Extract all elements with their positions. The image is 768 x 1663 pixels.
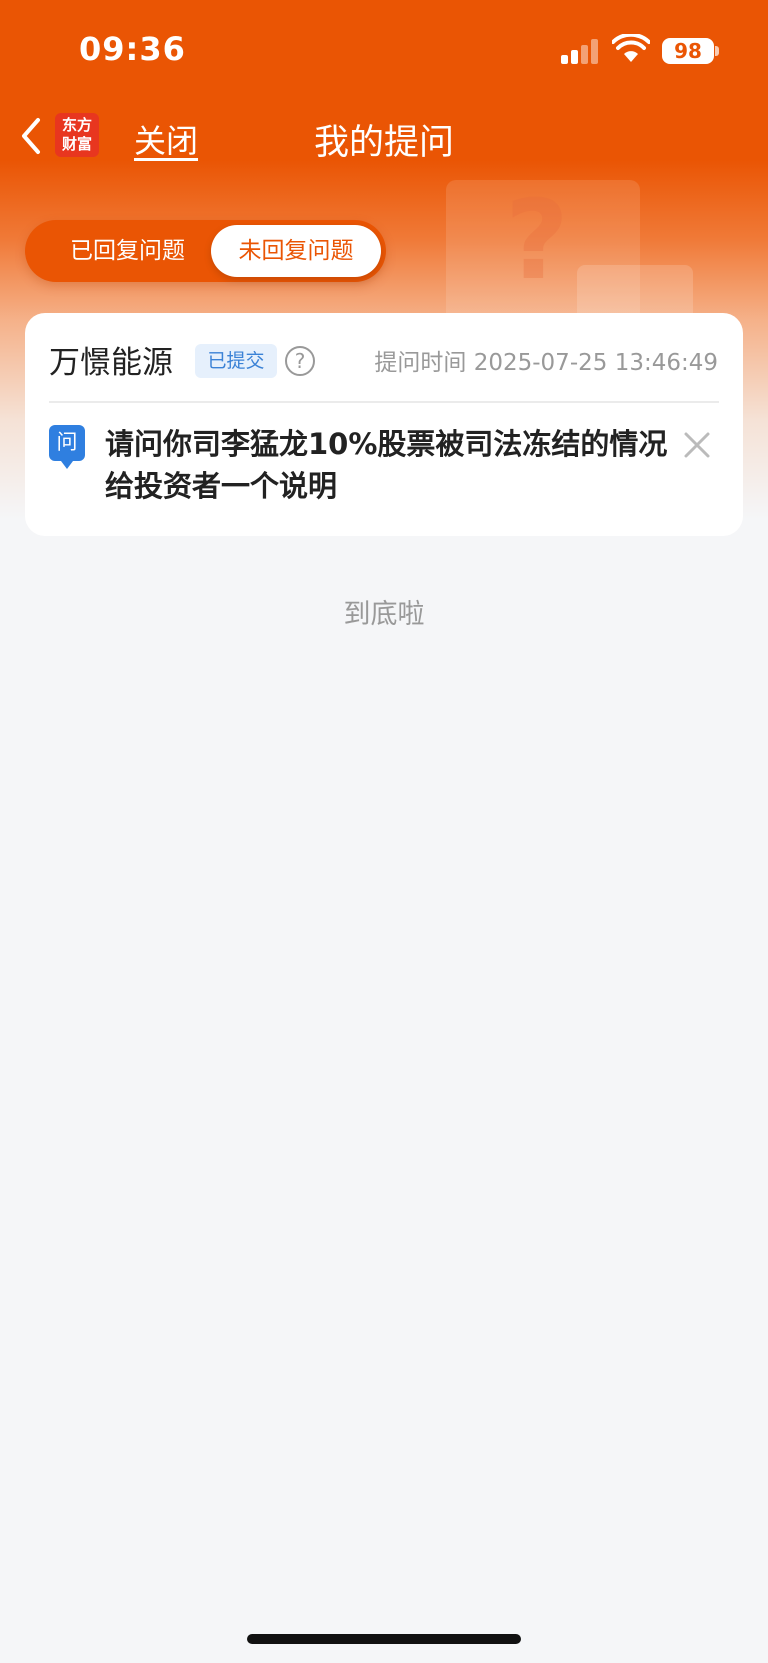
question-tabs: 已回复问题 未回复问题 [25,220,386,282]
question-text: 请问你司李猛龙10%股票被司法冻结的情况给投资者一个说明 [105,427,668,503]
tab-replied[interactable]: 已回复问题 [35,225,220,277]
battery-indicator: 98 [662,38,714,64]
status-badge: 已提交 [195,344,277,378]
cellular-signal-icon [561,38,601,64]
status-time: 09:36 [79,30,186,68]
question-mark-decoration-icon: ? [505,176,569,304]
screen: ? 09:36 98 东方 财富 关闭 我的提问 已回复问题 未回复问题 万憬能… [0,0,768,1663]
ask-time: 提问时间 2025-07-25 13:46:49 [374,350,718,376]
close-icon[interactable] [683,431,711,459]
page-title: 我的提问 [313,123,454,163]
question-card[interactable]: 万憬能源 已提交 ? 提问时间 2025-07-25 13:46:49 问 请问… [25,313,743,536]
battery-tip [715,46,719,56]
company-name: 万憬能源 [49,345,173,381]
end-of-list-text: 到底啦 [343,599,425,630]
wifi-icon [612,34,650,62]
tab-unreplied[interactable]: 未回复问题 [211,225,381,277]
help-icon[interactable]: ? [285,346,315,376]
question-badge-icon: 问 [49,425,85,469]
divider [49,401,719,403]
home-indicator[interactable] [247,1634,521,1644]
